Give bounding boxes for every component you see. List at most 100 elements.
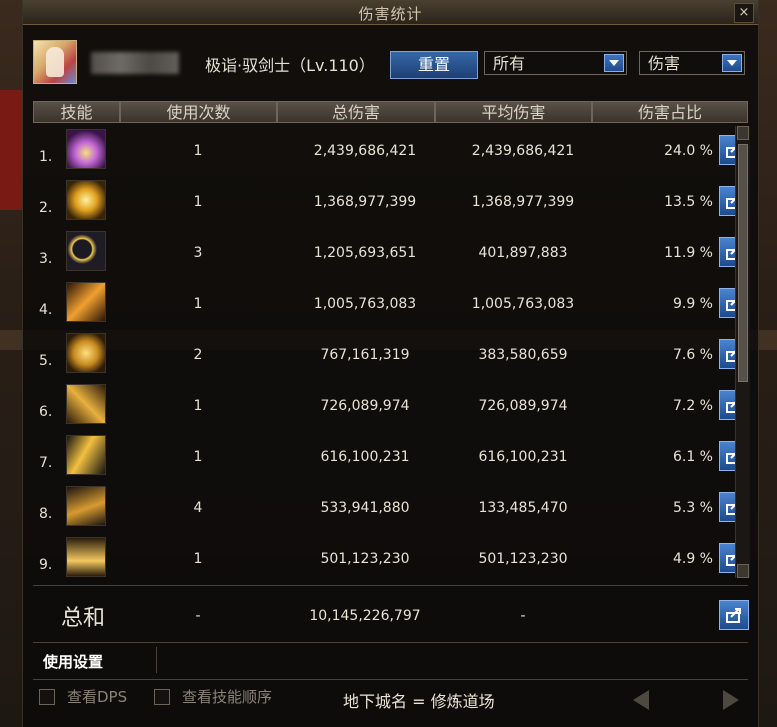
row-total-damage: 1,005,763,083: [313, 296, 417, 312]
row-index: 3.: [39, 251, 53, 267]
skill-icon-sword-rain[interactable]: [66, 537, 106, 577]
row-avg-damage: 401,897,883: [478, 245, 568, 261]
row-damage-share: 9.9 %: [672, 296, 713, 312]
summary-share-button[interactable]: [719, 600, 749, 630]
window-title: 伤害统计: [358, 5, 423, 23]
row-total-damage: 616,100,231: [320, 449, 410, 465]
row-index: 9.: [39, 557, 53, 573]
skill-icon-flame-slash[interactable]: [66, 282, 106, 322]
reset-button[interactable]: 重置: [390, 51, 478, 79]
chevron-down-icon[interactable]: [722, 54, 742, 72]
skill-icon-purple-burst[interactable]: [66, 129, 106, 169]
row-damage-share: 4.9 %: [672, 551, 713, 567]
row-damage-share: 7.6 %: [672, 347, 713, 363]
row-uses: 1: [193, 398, 203, 414]
show-dps-label: 查看DPS: [67, 688, 128, 706]
row-avg-damage: 133,485,470: [478, 500, 568, 516]
chevron-down-icon[interactable]: [604, 54, 624, 72]
table-row[interactable]: 3. 3 1,205,693,651 401,897,883 11.9 %: [33, 225, 749, 276]
table-row[interactable]: 2. 1 1,368,977,399 1,368,977,399 13.5 %: [33, 174, 749, 225]
header-skill[interactable]: 技能: [33, 101, 120, 123]
row-damage-share: 6.1 %: [672, 449, 713, 465]
row-damage-share: 13.5 %: [664, 194, 713, 210]
blurred-player-name: [91, 52, 179, 74]
settings-divider: [156, 647, 157, 673]
row-total-damage: 501,123,230: [320, 551, 410, 567]
row-index: 5.: [39, 353, 53, 369]
avatar-figure-icon: [46, 47, 64, 77]
skill-table: 1. 1 2,439,686,421 2,439,686,421 24.0 % 2. 1 1,…: [33, 123, 749, 584]
summary-divider: [33, 585, 748, 586]
table-row[interactable]: 4. 1 1,005,763,083 1,005,763,083 9.9 %: [33, 276, 749, 327]
row-total-damage: 726,089,974: [320, 398, 410, 414]
filter-dropdown-value: 所有: [493, 54, 526, 73]
header-total-damage[interactable]: 总伤害: [277, 101, 435, 123]
row-avg-damage: 616,100,231: [478, 449, 568, 465]
skill-icon-triple-slash[interactable]: [66, 486, 106, 526]
table-row[interactable]: 7. 1 616,100,231 616,100,231 6.1 %: [33, 429, 749, 480]
row-uses: 1: [193, 551, 203, 567]
summary-row: 总和 - 10,145,226,797 -: [33, 590, 749, 640]
prev-arrow-icon[interactable]: [633, 690, 649, 710]
footer-bar: 查看DPS 查看技能顺序 地下城名 = 修炼道场: [23, 684, 758, 727]
row-index: 6.: [39, 404, 53, 420]
share-icon: [726, 608, 741, 623]
row-index: 4.: [39, 302, 53, 318]
row-total-damage: 2,439,686,421: [313, 143, 417, 159]
row-uses: 1: [193, 449, 203, 465]
next-arrow-icon[interactable]: [723, 690, 739, 710]
skill-icon-gold-wings[interactable]: [66, 180, 106, 220]
settings-bar: 使用设置: [33, 642, 748, 680]
row-avg-damage: 383,580,659: [478, 347, 568, 363]
background-banner: [0, 90, 22, 210]
row-uses: 4: [193, 500, 203, 516]
row-damage-share: 24.0 %: [664, 143, 713, 159]
header-avg-damage[interactable]: 平均伤害: [435, 101, 592, 123]
row-index: 2.: [39, 200, 53, 216]
skill-icon-gold-swirl[interactable]: [66, 333, 106, 373]
usage-settings-tab[interactable]: 使用设置: [43, 651, 103, 672]
row-avg-damage: 1,368,977,399: [471, 194, 575, 210]
table-scrollbar[interactable]: [735, 126, 750, 578]
row-uses: 1: [193, 296, 203, 312]
row-index: 8.: [39, 506, 53, 522]
row-avg-damage: 2,439,686,421: [471, 143, 575, 159]
row-index: 7.: [39, 455, 53, 471]
dungeon-name: 地下城名 = 修炼道场: [343, 692, 495, 711]
title-bar[interactable]: 伤害统计 ×: [23, 0, 758, 25]
table-row[interactable]: 8. 4 533,941,880 133,485,470 5.3 %: [33, 480, 749, 531]
row-total-damage: 767,161,319: [320, 347, 410, 363]
filter-dropdown[interactable]: 所有: [484, 51, 627, 75]
scroll-up-button[interactable]: [737, 126, 749, 140]
skill-icon-lightning-blades[interactable]: [66, 435, 106, 475]
scroll-down-button[interactable]: [737, 564, 749, 578]
show-dps-checkbox[interactable]: [39, 689, 55, 705]
table-row[interactable]: 9. 1 501,123,230 501,123,230 4.9 %: [33, 531, 749, 582]
summary-avg: -: [520, 608, 526, 624]
row-uses: 3: [193, 245, 203, 261]
character-header: 极诣·驭剑士（Lv.110） 重置 所有 伤害: [23, 36, 758, 90]
row-damage-share: 5.3 %: [672, 500, 713, 516]
metric-dropdown[interactable]: 伤害: [639, 51, 745, 75]
show-skill-order-checkbox[interactable]: [154, 689, 170, 705]
close-button[interactable]: ×: [734, 3, 754, 23]
row-total-damage: 1,205,693,651: [313, 245, 417, 261]
row-index: 1.: [39, 149, 53, 165]
header-damage-share[interactable]: 伤害占比: [592, 101, 748, 123]
scroll-thumb[interactable]: [738, 144, 748, 382]
summary-total: 10,145,226,797: [309, 608, 421, 624]
show-skill-order-label: 查看技能顺序: [182, 688, 273, 706]
summary-uses: -: [195, 608, 201, 624]
damage-stats-window: 伤害统计 × 极诣·驭剑士（Lv.110） 重置 所有 伤害 技能 使用次数 总…: [22, 0, 759, 727]
row-total-damage: 1,368,977,399: [313, 194, 417, 210]
table-row[interactable]: 6. 1 726,089,974 726,089,974 7.2 %: [33, 378, 749, 429]
row-avg-damage: 501,123,230: [478, 551, 568, 567]
header-uses[interactable]: 使用次数: [120, 101, 277, 123]
table-row[interactable]: 5. 2 767,161,319 383,580,659 7.6 %: [33, 327, 749, 378]
skill-icon-crescent-moon[interactable]: [66, 231, 106, 271]
skill-icon-sword-cross[interactable]: [66, 384, 106, 424]
row-total-damage: 533,941,880: [320, 500, 410, 516]
table-row[interactable]: 1. 1 2,439,686,421 2,439,686,421 24.0 %: [33, 123, 749, 174]
row-damage-share: 11.9 %: [664, 245, 713, 261]
character-avatar: [33, 40, 77, 84]
